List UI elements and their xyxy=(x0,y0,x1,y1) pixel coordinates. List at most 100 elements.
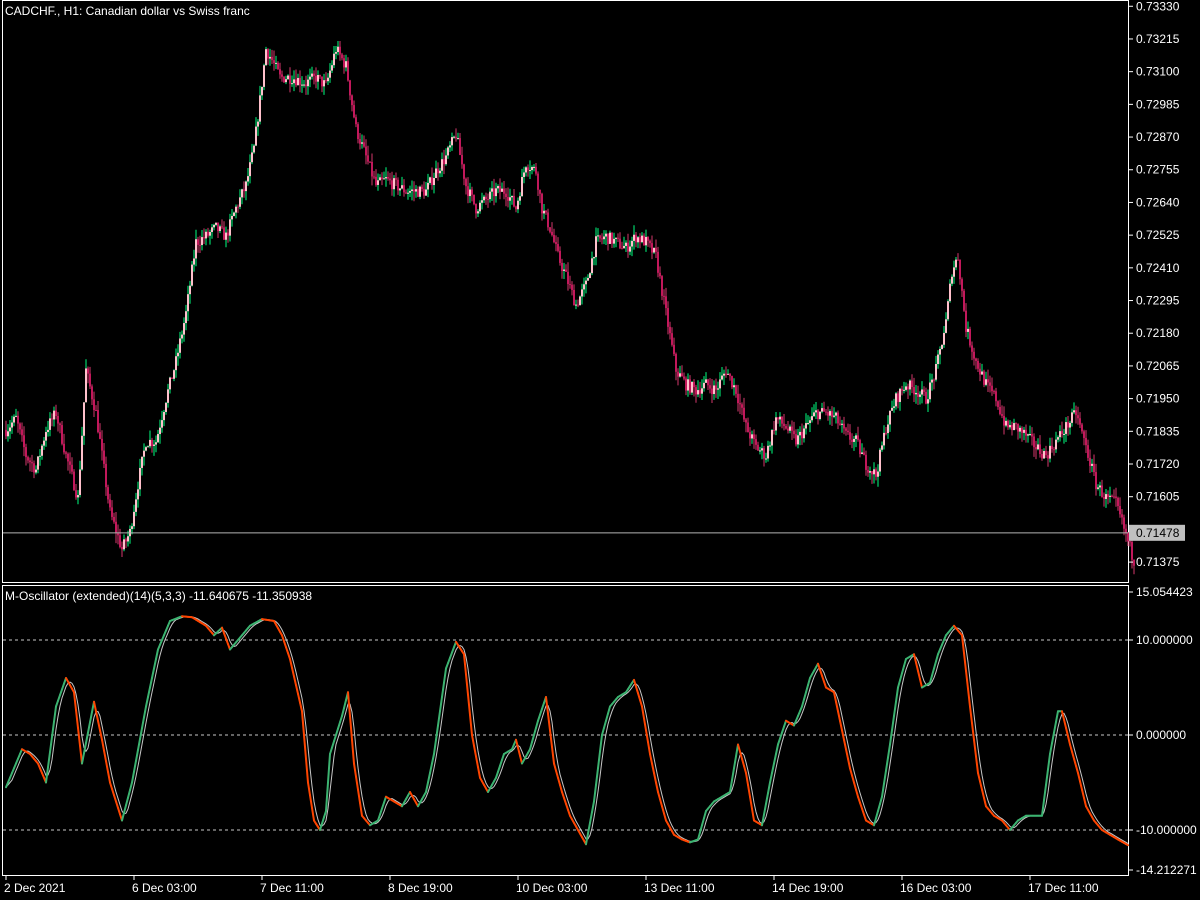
candle-body xyxy=(381,177,383,179)
candle-body xyxy=(627,242,629,252)
candle-body xyxy=(499,186,501,192)
candle-body xyxy=(773,430,775,432)
osc-main-segment xyxy=(703,809,707,820)
osc-main-segment xyxy=(751,807,755,822)
candle-body xyxy=(1005,420,1007,426)
candle-body xyxy=(1119,505,1121,515)
candle-body xyxy=(645,236,647,246)
candle-body xyxy=(991,385,993,392)
candle-body xyxy=(933,379,935,381)
osc-main-segment xyxy=(473,744,477,758)
candle-body xyxy=(947,301,949,320)
candle-body xyxy=(95,410,97,412)
candle-body xyxy=(201,237,203,246)
candle-body xyxy=(1111,495,1113,497)
candle-body xyxy=(83,402,85,436)
osc-main-segment xyxy=(891,715,895,732)
candle-body xyxy=(21,429,23,436)
candle-body xyxy=(719,379,721,389)
osc-main-segment xyxy=(879,795,883,805)
candle-body xyxy=(1047,455,1049,459)
candle-body xyxy=(937,354,939,365)
candle-body xyxy=(1031,434,1033,437)
candle-body xyxy=(439,170,441,174)
candle-body xyxy=(655,247,657,252)
osc-main-segment xyxy=(587,821,591,835)
candle-body xyxy=(143,450,145,457)
candle-body xyxy=(161,420,163,428)
candle-body xyxy=(701,388,703,394)
candle-body xyxy=(261,86,263,96)
candle-body xyxy=(715,385,717,390)
osc-main-segment xyxy=(903,658,907,668)
price-y-tick-label: 0.72755 xyxy=(1136,163,1180,177)
osc-main-segment xyxy=(649,752,653,765)
candle-body xyxy=(901,388,903,391)
candle-body xyxy=(191,264,193,286)
osc-main-segment xyxy=(591,800,595,814)
osc-main-segment xyxy=(471,733,475,747)
candle-body xyxy=(727,373,729,375)
osc-main-segment xyxy=(1081,788,1085,799)
candle-body xyxy=(543,210,545,214)
osc-main-segment xyxy=(893,700,897,718)
candle-body xyxy=(31,462,33,464)
candle-body xyxy=(27,457,29,461)
osc-main-segment xyxy=(553,762,557,772)
candle-body xyxy=(895,393,897,407)
candle-body xyxy=(671,333,673,345)
candle-body xyxy=(559,250,561,263)
candle-body xyxy=(1043,450,1045,459)
candle-body xyxy=(841,423,843,425)
osc-main-segment xyxy=(1067,735,1071,746)
candle-body xyxy=(691,381,693,393)
candle-body xyxy=(725,373,727,375)
candle-body xyxy=(123,539,125,550)
candle-body xyxy=(477,211,479,214)
candle-body xyxy=(749,432,751,439)
candle-body xyxy=(153,444,155,446)
candle-body xyxy=(301,84,303,86)
candle-body xyxy=(1061,431,1063,435)
osc-main-segment xyxy=(653,771,657,784)
osc-main-segment xyxy=(153,658,157,670)
candle-body xyxy=(635,234,637,243)
osc-main-segment xyxy=(805,684,809,694)
candle-body xyxy=(409,191,411,193)
price-y-tick-label: 0.72410 xyxy=(1136,261,1180,275)
osc-main-segment xyxy=(889,729,893,746)
candle-body xyxy=(1017,423,1019,432)
candle-body xyxy=(951,276,953,284)
candle-body xyxy=(847,430,849,433)
candle-body xyxy=(289,75,291,84)
osc-main-segment xyxy=(293,675,297,687)
osc-main-segment xyxy=(803,691,807,701)
candle-body xyxy=(497,186,499,189)
candle-body xyxy=(57,416,59,424)
price-y-tick-label: 0.71835 xyxy=(1136,424,1180,438)
candle-body xyxy=(53,410,55,420)
candle-body xyxy=(601,238,603,240)
osc-main-segment xyxy=(49,735,53,754)
candle-body xyxy=(707,379,709,386)
osc-main-segment xyxy=(75,709,79,729)
osc-main-segment xyxy=(731,767,735,782)
candle-body xyxy=(745,419,747,423)
candle-body xyxy=(1097,487,1099,489)
osc-main-segment xyxy=(837,710,841,722)
candle-body xyxy=(631,240,633,247)
osc-main-segment xyxy=(749,795,753,810)
candle-body xyxy=(509,197,511,201)
price-y-tick-label: 0.71720 xyxy=(1136,457,1180,471)
candle-body xyxy=(949,283,951,302)
candle-body xyxy=(851,439,853,442)
osc-main-segment xyxy=(289,658,293,669)
candle-body xyxy=(441,159,443,171)
candle-body xyxy=(797,435,799,445)
candle-body xyxy=(137,489,139,500)
candle-body xyxy=(187,294,189,312)
candle-body xyxy=(827,412,829,416)
candle-body xyxy=(121,546,123,550)
candle-body xyxy=(329,70,331,78)
candle-body xyxy=(761,448,763,451)
